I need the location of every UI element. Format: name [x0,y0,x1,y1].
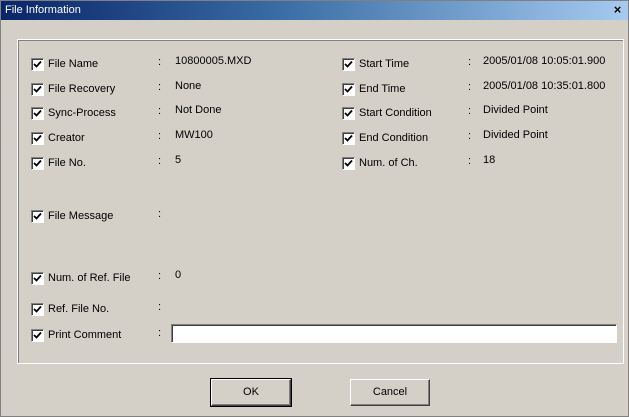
value-start-condition: Divided Point [483,104,548,116]
field-row-file-message: File Message: [1,208,629,224]
value-end-time: 2005/01/08 10:35:01.800 [483,80,606,92]
separator: : [468,155,472,167]
window-title: File Information [5,4,81,16]
checkbox-num-of-ch[interactable] [342,157,355,170]
label-num-of-ch: Num. of Ch. [359,157,418,169]
value-start-time: 2005/01/08 10:05:01.900 [483,55,606,67]
label-file-message: File Message [48,210,114,222]
checkbox-print-comment[interactable] [31,329,44,342]
field-row-num-of-ref-file: Num. of Ref. File: 0 [1,269,629,286]
checkbox-end-condition[interactable] [342,132,355,145]
separator: : [158,301,162,313]
field-row-ref-file-no: Ref. File No.: [1,301,629,317]
label-start-time: Start Time [359,58,410,70]
field-row-start-time: Start Time:2005/01/08 10:05:01.900 [1,55,629,72]
checkbox-start-time[interactable] [342,58,355,71]
separator: : [468,56,472,68]
label-num-of-ref-file: Num. of Ref. File [48,272,131,284]
label-end-time: End Time [359,83,406,95]
separator: : [158,327,162,339]
print-comment-input[interactable] [171,324,617,343]
field-row-num-of-ch: Num. of Ch.:18 [1,154,629,171]
field-row-end-condition: End Condition: Divided Point [1,129,629,146]
separator: : [158,270,162,282]
ok-button[interactable]: OK [210,378,292,407]
checkbox-num-of-ref-file[interactable] [31,272,44,285]
label-print-comment: Print Comment [48,329,122,341]
separator: : [468,81,472,93]
checkbox-start-condition[interactable] [342,107,355,120]
checkbox-file-message[interactable] [31,210,44,223]
checkbox-ref-file-no[interactable] [31,303,44,316]
checkbox-end-time[interactable] [342,83,355,96]
label-ref-file-no: Ref. File No. [48,303,110,315]
value-end-condition: Divided Point [483,129,548,141]
separator: : [158,208,162,220]
field-row-start-condition: Start Condition: Divided Point [1,104,629,121]
separator: : [468,105,472,117]
title-bar[interactable]: File Information × [1,1,628,20]
label-start-condition: Start Condition [359,107,432,119]
file-information-dialog: File Information × File Name:10800005.MX… [0,0,629,417]
field-row-end-time: End Time:2005/01/08 10:35:01.800 [1,80,629,97]
label-end-condition: End Condition [359,132,429,144]
cancel-button[interactable]: Cancel [350,379,430,406]
value-num-of-ch: 18 [483,154,496,166]
close-button[interactable]: × [610,3,625,17]
value-num-of-ref-file: 0 [175,269,182,281]
separator: : [468,130,472,142]
